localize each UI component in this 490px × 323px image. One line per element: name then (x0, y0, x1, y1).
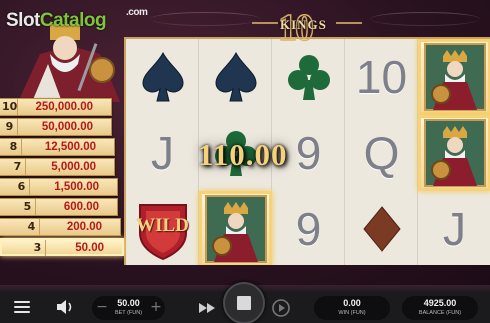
letter-j-symbol: J (418, 191, 490, 265)
paytable-value: 12,500.00 (44, 141, 96, 153)
paytable-level: 6 (14, 179, 30, 195)
paytable-row: 6 1,500.00 (0, 178, 118, 196)
paytable-row: 4 200.00 (0, 218, 121, 236)
reel-1: J WILD (126, 39, 199, 265)
spade-icon (141, 51, 184, 102)
paytable-value: 50,000.00 (41, 121, 93, 133)
letter-q-symbol: Q (345, 115, 418, 191)
spade-symbol (199, 39, 272, 115)
symbol-letter: Q (363, 127, 400, 179)
watermark-catalog-text: Catalog (39, 10, 107, 31)
reel-4: 10 Q (345, 39, 418, 265)
symbol-letter: J (443, 203, 466, 255)
number-9-symbol: 9 (272, 191, 345, 265)
reel-grid: J WILD 9 9 10 Q J (124, 37, 490, 265)
paytable-row: 9 50,000.00 (0, 118, 112, 136)
paytable-value: 5,000.00 (51, 161, 96, 173)
menu-icon[interactable] (14, 301, 30, 316)
win-value: 0.00 (343, 298, 361, 308)
spade-symbol (126, 39, 199, 115)
letter-j-symbol: J (126, 115, 199, 191)
win-amount-overlay: 110.00 (198, 137, 288, 172)
paytable-value: 600.00 (63, 201, 99, 213)
club-symbol (272, 39, 345, 115)
symbol-letter: 9 (295, 203, 322, 255)
paytable-level: 10 (2, 99, 18, 115)
win-label: WIN (FUN) (338, 310, 366, 316)
paytable-row-active: 3 50.00 (0, 238, 124, 256)
win-display: 0.00 WIN (FUN) (314, 296, 390, 320)
autoplay-icon[interactable] (271, 298, 291, 318)
king-card-icon (204, 195, 267, 263)
king-symbol (199, 191, 272, 265)
background-flourish (150, 12, 260, 26)
paytable-row: 8 12,500.00 (0, 138, 115, 156)
symbol-letter: 10 (355, 51, 408, 103)
paytable-level: 5 (20, 199, 36, 215)
symbol-letter: J (151, 127, 174, 179)
bet-increase-button[interactable]: + (149, 300, 163, 314)
logo-right-ornament (336, 22, 362, 24)
logo-kings: KINGS (280, 17, 327, 32)
paytable-row: 5 600.00 (0, 198, 118, 216)
wild-label: WILD (136, 215, 189, 236)
fast-forward-icon[interactable] (198, 302, 216, 314)
paytable-level: 8 (6, 139, 22, 155)
wild-symbol: WILD (126, 191, 199, 265)
paytable-level: 4 (24, 219, 40, 235)
paytable-value: 1,500.00 (54, 181, 99, 193)
game-logo: 10 KINGS (252, 6, 362, 50)
paytable-value: 50.00 (75, 242, 104, 254)
reel-5: J (418, 39, 490, 265)
king-symbol (418, 115, 490, 191)
watermark-slot-text: Slot (6, 10, 40, 31)
paytable-value: 250,000.00 (35, 101, 93, 113)
king-symbol (418, 39, 490, 115)
diamond-icon (362, 206, 401, 252)
spade-icon (214, 51, 257, 102)
balance-display: 4925.00 BALANCE (FUN) (402, 296, 478, 320)
bet-control: − 50.00 BET (FUN) + (92, 296, 165, 320)
paytable-row: 10 250,000.00 (0, 98, 112, 116)
watermark-com-text: .com (126, 7, 148, 18)
sound-icon[interactable] (56, 299, 76, 315)
slotcatalog-watermark: SlotCatalog .com (6, 6, 148, 36)
club-icon (287, 55, 330, 100)
paytable-value: 200.00 (66, 221, 102, 233)
background-flourish (370, 12, 480, 26)
stop-icon (237, 296, 251, 310)
balance-label: BALANCE (FUN) (418, 310, 462, 316)
paytable: 10 250,000.00 9 50,000.00 8 12,500.00 7 … (0, 98, 126, 258)
balance-value: 4925.00 (423, 298, 457, 308)
paytable-level: 9 (2, 119, 18, 135)
king-card-icon (423, 119, 486, 187)
paytable-level: 7 (10, 159, 26, 175)
number-10-symbol: 10 (345, 39, 418, 115)
king-card-icon (423, 43, 486, 111)
paytable-level: 3 (30, 240, 46, 256)
diamond-symbol (345, 191, 418, 265)
spin-stop-button[interactable] (223, 282, 265, 323)
symbol-letter: 9 (295, 127, 322, 179)
paytable-row: 7 5,000.00 (0, 158, 115, 176)
logo-left-ornament (252, 22, 278, 24)
